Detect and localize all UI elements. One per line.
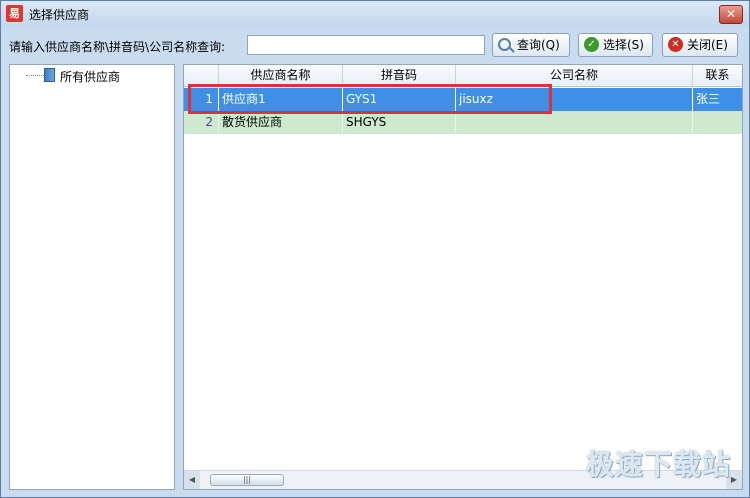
supplier-grid: 供应商名称 拼音码 公司名称 联系 1 供应商1 GYS1 jisuxz 张三 … xyxy=(183,64,743,490)
grid-header: 供应商名称 拼音码 公司名称 联系 xyxy=(184,65,742,87)
close-button-label: 关闭(E) xyxy=(687,38,728,52)
app-icon: 易 xyxy=(6,5,23,22)
cell-supplier-name: 供应商1 xyxy=(219,88,343,111)
cell-pinyin-code: SHGYS xyxy=(343,111,456,134)
watermark: 极速下载站 xyxy=(585,448,731,481)
cell-company-name xyxy=(456,111,693,134)
header-supplier-name[interactable]: 供应商名称 xyxy=(219,65,343,86)
book-icon xyxy=(44,68,55,82)
title-bar[interactable]: 易 选择供应商 ✕ xyxy=(1,1,749,27)
close-button[interactable]: ✕ 关闭(E) xyxy=(662,33,738,57)
window-close-button[interactable]: ✕ xyxy=(719,5,743,24)
row-number: 1 xyxy=(184,88,219,111)
header-row-number[interactable] xyxy=(184,65,219,86)
tree-item-all-suppliers[interactable]: 所有供应商 xyxy=(60,68,120,85)
search-button[interactable]: 查询(Q) xyxy=(492,33,570,57)
header-company-name[interactable]: 公司名称 xyxy=(456,65,693,86)
search-button-label: 查询(Q) xyxy=(517,38,560,52)
query-toolbar: 请输入供应商名称\拼音码\公司名称查询: 查询(Q) ✓ 选择(S) ✕ 关闭(… xyxy=(1,27,749,63)
query-input[interactable] xyxy=(247,35,485,55)
row-number: 2 xyxy=(184,111,219,134)
table-row[interactable]: 2 散货供应商 SHGYS xyxy=(184,111,742,134)
search-icon xyxy=(498,38,511,51)
tree-connector xyxy=(26,75,44,76)
cell-supplier-name: 散货供应商 xyxy=(219,111,343,134)
scroll-left-arrow[interactable]: ◀ xyxy=(184,471,200,489)
header-pinyin-code[interactable]: 拼音码 xyxy=(343,65,456,86)
cell-contact: 张三 xyxy=(696,92,721,106)
close-icon: ✕ xyxy=(668,37,683,52)
header-contact[interactable]: 联系 xyxy=(693,65,742,86)
check-icon: ✓ xyxy=(584,37,599,52)
query-label: 请输入供应商名称\拼音码\公司名称查询: xyxy=(9,40,226,54)
scrollbar-thumb[interactable]: ||| xyxy=(210,474,284,486)
cell-pinyin-code: GYS1 xyxy=(343,88,456,111)
table-row[interactable]: 1 供应商1 GYS1 jisuxz 张三 xyxy=(184,88,742,111)
select-button-label: 选择(S) xyxy=(603,38,644,52)
select-button[interactable]: ✓ 选择(S) xyxy=(578,33,653,57)
select-supplier-dialog: 易 选择供应商 ✕ 请输入供应商名称\拼音码\公司名称查询: 查询(Q) ✓ 选… xyxy=(0,0,750,498)
cell-company-name: jisuxz xyxy=(456,88,693,111)
supplier-category-tree: 所有供应商 xyxy=(9,64,175,490)
cell-contact xyxy=(693,111,742,134)
window-title: 选择供应商 xyxy=(29,8,90,22)
